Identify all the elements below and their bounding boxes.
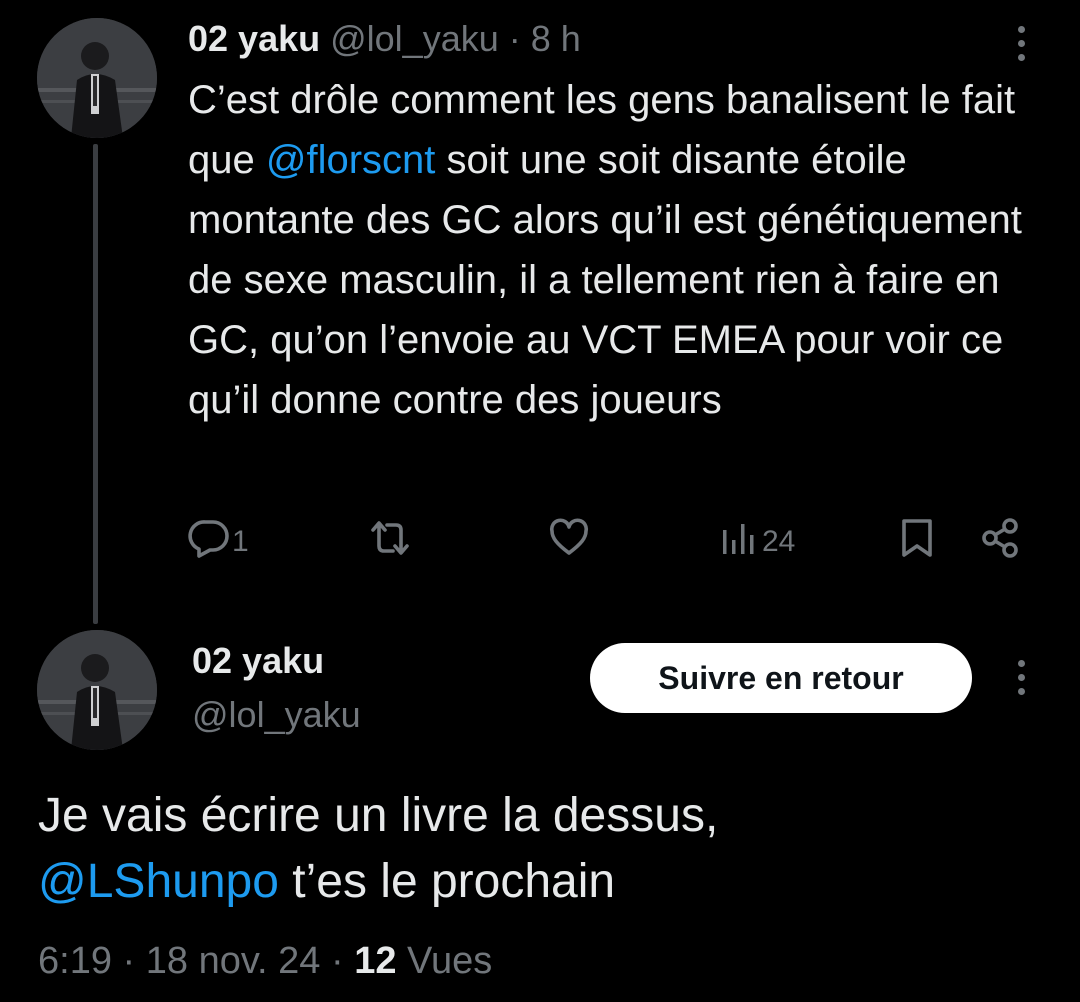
reply-avatar[interactable] xyxy=(37,630,157,750)
reply-text-rest: t’es le prochain xyxy=(278,855,616,908)
reply-author-handle[interactable]: @lol_yaku xyxy=(192,694,361,736)
more-icon[interactable] xyxy=(1015,26,1027,61)
like-icon xyxy=(548,518,590,566)
views-label: Vues xyxy=(396,940,493,982)
author-name[interactable]: 02 yaku xyxy=(188,18,320,60)
reply-button[interactable]: 1 xyxy=(188,520,249,564)
views-count: 24 xyxy=(762,525,796,558)
avatar[interactable] xyxy=(37,18,157,138)
retweet-icon xyxy=(367,518,413,566)
meta-separator: · xyxy=(111,940,146,982)
tweet-text: C’est drôle comment les gens banalisent … xyxy=(188,70,1038,430)
mention-link[interactable]: @florscnt xyxy=(266,138,436,182)
reply-text-line1: Je vais écrire un livre la dessus, xyxy=(38,789,719,842)
reply-count: 1 xyxy=(232,525,249,558)
tweet-header: 02 yaku @lol_yaku · 8 h xyxy=(188,18,581,60)
thread-line xyxy=(93,144,98,624)
reply-more-icon[interactable] xyxy=(1015,660,1027,695)
follow-back-button[interactable]: Suivre en retour xyxy=(590,643,972,713)
bookmark-button[interactable] xyxy=(900,517,934,567)
tweet-meta: 6:19 · 18 nov. 24 · 12 Vues xyxy=(38,940,492,983)
bookmark-icon xyxy=(900,517,934,567)
meta-separator: · xyxy=(320,940,355,982)
reply-mention-link[interactable]: @LShunpo xyxy=(38,855,279,908)
post-date[interactable]: 18 nov. 24 xyxy=(146,940,321,982)
views-total[interactable]: 12 xyxy=(354,940,396,982)
views-button[interactable]: 24 xyxy=(720,520,795,564)
retweet-button[interactable] xyxy=(367,521,413,562)
views-icon xyxy=(720,518,760,566)
like-button[interactable] xyxy=(548,518,590,562)
author-handle[interactable]: @lol_yaku xyxy=(330,18,499,60)
reply-icon xyxy=(188,518,230,566)
post-time[interactable]: 6:19 xyxy=(38,940,112,982)
timestamp[interactable]: 8 h xyxy=(531,18,581,60)
reply-text-line2: @LShunpo t’es le prochain xyxy=(38,849,615,915)
reply-author-name[interactable]: 02 yaku xyxy=(192,640,324,682)
share-button[interactable] xyxy=(980,517,1022,567)
share-icon xyxy=(980,517,1022,567)
separator: · xyxy=(508,18,521,59)
